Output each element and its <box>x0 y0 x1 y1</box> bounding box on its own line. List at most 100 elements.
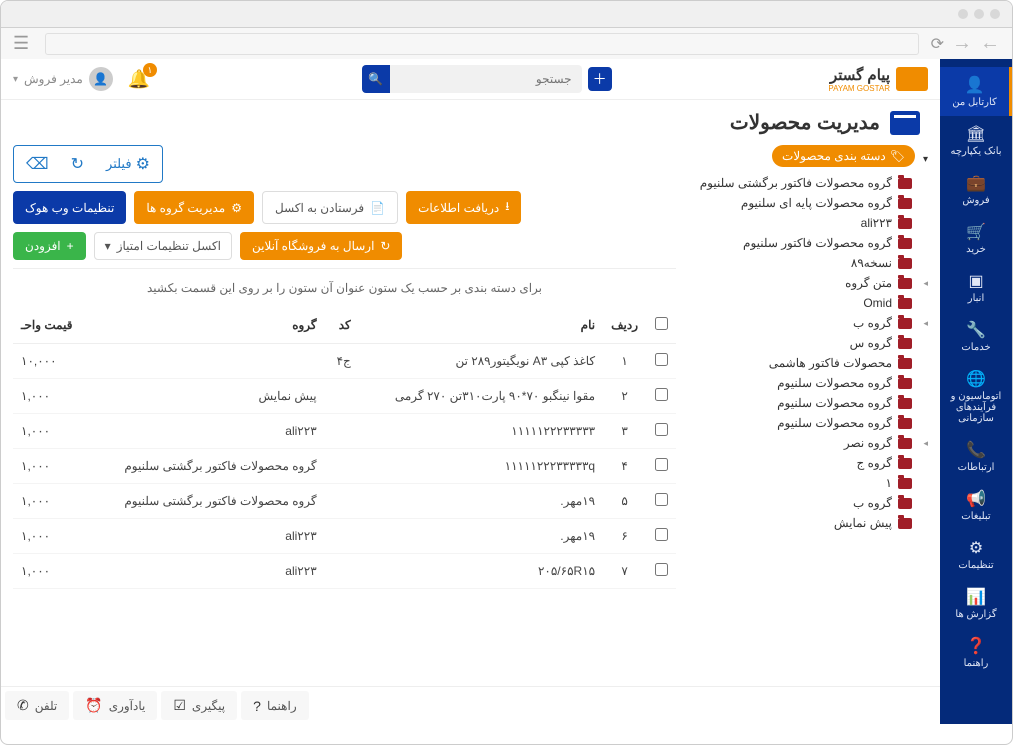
row-checkbox[interactable] <box>655 493 668 506</box>
tree-item[interactable]: ◂ متن گروه <box>688 273 928 293</box>
sidebar-item-reports[interactable]: 📊گزارش ها <box>940 579 1012 628</box>
table-row[interactable]: ۱کاغذ کپی A۳ نویگیتور۲۸۹ تنج۴۱۰,۰۰۰ <box>13 344 676 379</box>
filter-button[interactable]: ⚙فیلتر <box>98 150 158 178</box>
nav-back-icon[interactable]: ← <box>980 32 1000 55</box>
folder-icon <box>898 238 912 249</box>
tree-expand-icon[interactable]: ◂ <box>918 318 928 329</box>
user-icon: 👤 <box>942 75 1007 95</box>
row-checkbox[interactable] <box>655 563 668 576</box>
user-name: مدیر فروش <box>24 72 83 86</box>
tree-item[interactable]: گروه محصولات سلنیوم <box>688 373 928 393</box>
table-row[interactable]: ۲مقوا نینگبو ۷۰*۹۰ پارت۳۱۰تن ۲۷۰ گرمیپیش… <box>13 379 676 414</box>
browser-menu-icon[interactable]: ☰ <box>13 33 29 54</box>
send-online-shop-button[interactable]: ↻ارسال به فروشگاه آنلاین <box>240 232 402 260</box>
col-group[interactable]: گروه <box>89 307 324 344</box>
tag-icon: 🏷 <box>890 149 905 163</box>
tree-item[interactable]: گروه ب <box>688 493 928 513</box>
send-excel-button[interactable]: 📄فرستادن به اکسل <box>262 191 398 224</box>
window-minimize[interactable] <box>974 9 984 19</box>
sidebar-item-settings[interactable]: ⚙تنظیمات <box>940 530 1012 579</box>
search-icon: 🔍 <box>368 72 383 86</box>
sidebar-item-help[interactable]: ❓راهنما <box>940 628 1012 677</box>
sidebar-item-automation[interactable]: 🌐اتوماسیون و فرآیندهای سازمانی <box>940 361 1012 432</box>
col-row[interactable]: ردیف <box>603 307 646 344</box>
window-maximize[interactable] <box>958 9 968 19</box>
tree-item[interactable]: گروه محصولات پایه ای سلنیوم <box>688 193 928 213</box>
search-button[interactable]: 🔍 <box>362 65 390 93</box>
footer-reminder-button[interactable]: ⏰یادآوری <box>73 691 157 720</box>
clear-button[interactable]: ⌫ <box>18 150 57 178</box>
cell-price: ۱,۰۰۰ <box>13 484 89 519</box>
sidebar-item-warehouse[interactable]: ▣انبار <box>940 263 1012 312</box>
tree-item[interactable]: محصولات فاکتور هاشمی <box>688 353 928 373</box>
table-row[interactable]: ۶۱۹مهر.ali۲۲۳۱,۰۰۰ <box>13 519 676 554</box>
tree-item-label: متن گروه <box>845 276 892 290</box>
nav-forward-icon[interactable]: → <box>952 32 972 55</box>
sidebar-item-cartable[interactable]: 👤کارتابل من <box>940 67 1012 116</box>
sidebar-item-ads[interactable]: 📢تبلیغات <box>940 481 1012 530</box>
tree-item[interactable]: گروه محصولات سلنیوم <box>688 413 928 433</box>
cell-row-number: ۲ <box>603 379 646 414</box>
tree-item[interactable]: گروه س <box>688 333 928 353</box>
folder-icon <box>898 498 912 509</box>
table-row[interactable]: ۳۱۱۱۱۱۲۲۲۳۳۳۳۳ali۲۲۳۱,۰۰۰ <box>13 414 676 449</box>
refresh-button[interactable]: ↻ <box>63 150 92 178</box>
cell-price: ۱,۰۰۰ <box>13 449 89 484</box>
excel-settings-select[interactable]: اکسل تنظیمات امتیاز▾ <box>94 232 232 260</box>
cell-name: ۱۹مهر. <box>359 519 603 554</box>
manage-groups-button[interactable]: ⚙مدیریت گروه ها <box>134 191 254 224</box>
cell-name: ۱۱۱۱۱۲۲۲۳۳۳۳۳q <box>359 449 603 484</box>
tree-expand-icon[interactable]: ◂ <box>918 278 928 289</box>
row-checkbox[interactable] <box>655 458 668 471</box>
col-name[interactable]: نام <box>359 307 603 344</box>
sidebar-item-sales[interactable]: 💼فروش <box>940 165 1012 214</box>
col-code[interactable]: کد <box>325 307 359 344</box>
sidebar-item-purchase[interactable]: 🛒خرید <box>940 214 1012 263</box>
nav-refresh-icon[interactable]: ⟳ <box>931 34 944 54</box>
tree-item[interactable]: ◂گروه نصر <box>688 433 928 453</box>
notifications-bell[interactable]: 🔔 ۱ <box>125 65 153 93</box>
table-row[interactable]: ۷۲۰۵/۶۵R۱۵ali۲۲۳۱,۰۰۰ <box>13 554 676 589</box>
receive-info-button[interactable]: ⭳دریافت اطلاعات <box>406 191 521 224</box>
plus-icon: + <box>67 239 74 253</box>
grid-group-hint: برای دسته بندی بر حسب یک ستون عنوان آن س… <box>13 269 676 307</box>
tree-item[interactable]: گروه محصولات سلنیوم <box>688 393 928 413</box>
tree-item[interactable]: گروه محصولات فاکتور برگشتی سلنیوم <box>688 173 928 193</box>
sidebar-item-bank[interactable]: 🏛بانک یکپارچه <box>940 116 1012 165</box>
col-price[interactable]: قیمت واحـ <box>13 307 89 344</box>
tree-collapse-icon[interactable]: ▾ <box>923 154 928 165</box>
tree-item[interactable]: ۱ <box>688 473 928 493</box>
footer-help-button[interactable]: ?راهنما <box>241 691 308 720</box>
tree-item[interactable]: نسخه۸۹ <box>688 253 928 273</box>
tree-item[interactable]: Omid <box>688 293 928 313</box>
row-checkbox[interactable] <box>655 353 668 366</box>
url-bar[interactable] <box>45 33 918 55</box>
tree-item[interactable]: گروه محصولات فاکتور سلنیوم <box>688 233 928 253</box>
tree-root-category[interactable]: 🏷 دسته بندی محصولات <box>772 145 915 167</box>
table-row[interactable]: ۴۱۱۱۱۱۲۲۲۳۳۳۳۳qگروه محصولات فاکتور برگشت… <box>13 449 676 484</box>
row-checkbox[interactable] <box>655 528 668 541</box>
add-product-button[interactable]: +افزودن <box>13 232 86 260</box>
footer-followup-button[interactable]: ☑پیگیری <box>161 691 237 720</box>
tree-item[interactable]: ◂گروه ب <box>688 313 928 333</box>
row-checkbox[interactable] <box>655 388 668 401</box>
cell-code <box>325 379 359 414</box>
select-all-checkbox[interactable] <box>655 317 668 330</box>
tree-expand-icon[interactable]: ◂ <box>918 438 928 449</box>
sidebar-item-communications[interactable]: 📞ارتباطات <box>940 432 1012 481</box>
cell-row-number: ۳ <box>603 414 646 449</box>
webhook-settings-button[interactable]: تنظیمات وب هوک <box>13 191 126 224</box>
search-input[interactable] <box>390 72 582 86</box>
window-close[interactable] <box>990 9 1000 19</box>
cell-group: گروه محصولات فاکتور برگشتی سلنیوم <box>89 484 324 519</box>
tree-item[interactable]: گروه ج <box>688 453 928 473</box>
row-checkbox[interactable] <box>655 423 668 436</box>
table-row[interactable]: ۵۱۹مهر.گروه محصولات فاکتور برگشتی سلنیوم… <box>13 484 676 519</box>
tree-item[interactable]: پیش نمایش <box>688 513 928 533</box>
footer-phone-button[interactable]: ✆تلفن <box>5 691 69 720</box>
add-new-button[interactable]: ＋ <box>588 67 612 91</box>
sidebar-item-services[interactable]: 🔧خدمات <box>940 312 1012 361</box>
tree-item[interactable]: ali۲۲۳ <box>688 213 928 233</box>
user-menu[interactable]: 👤 مدیر فروش ▾ <box>13 67 113 91</box>
box-icon: ▣ <box>942 271 1010 291</box>
